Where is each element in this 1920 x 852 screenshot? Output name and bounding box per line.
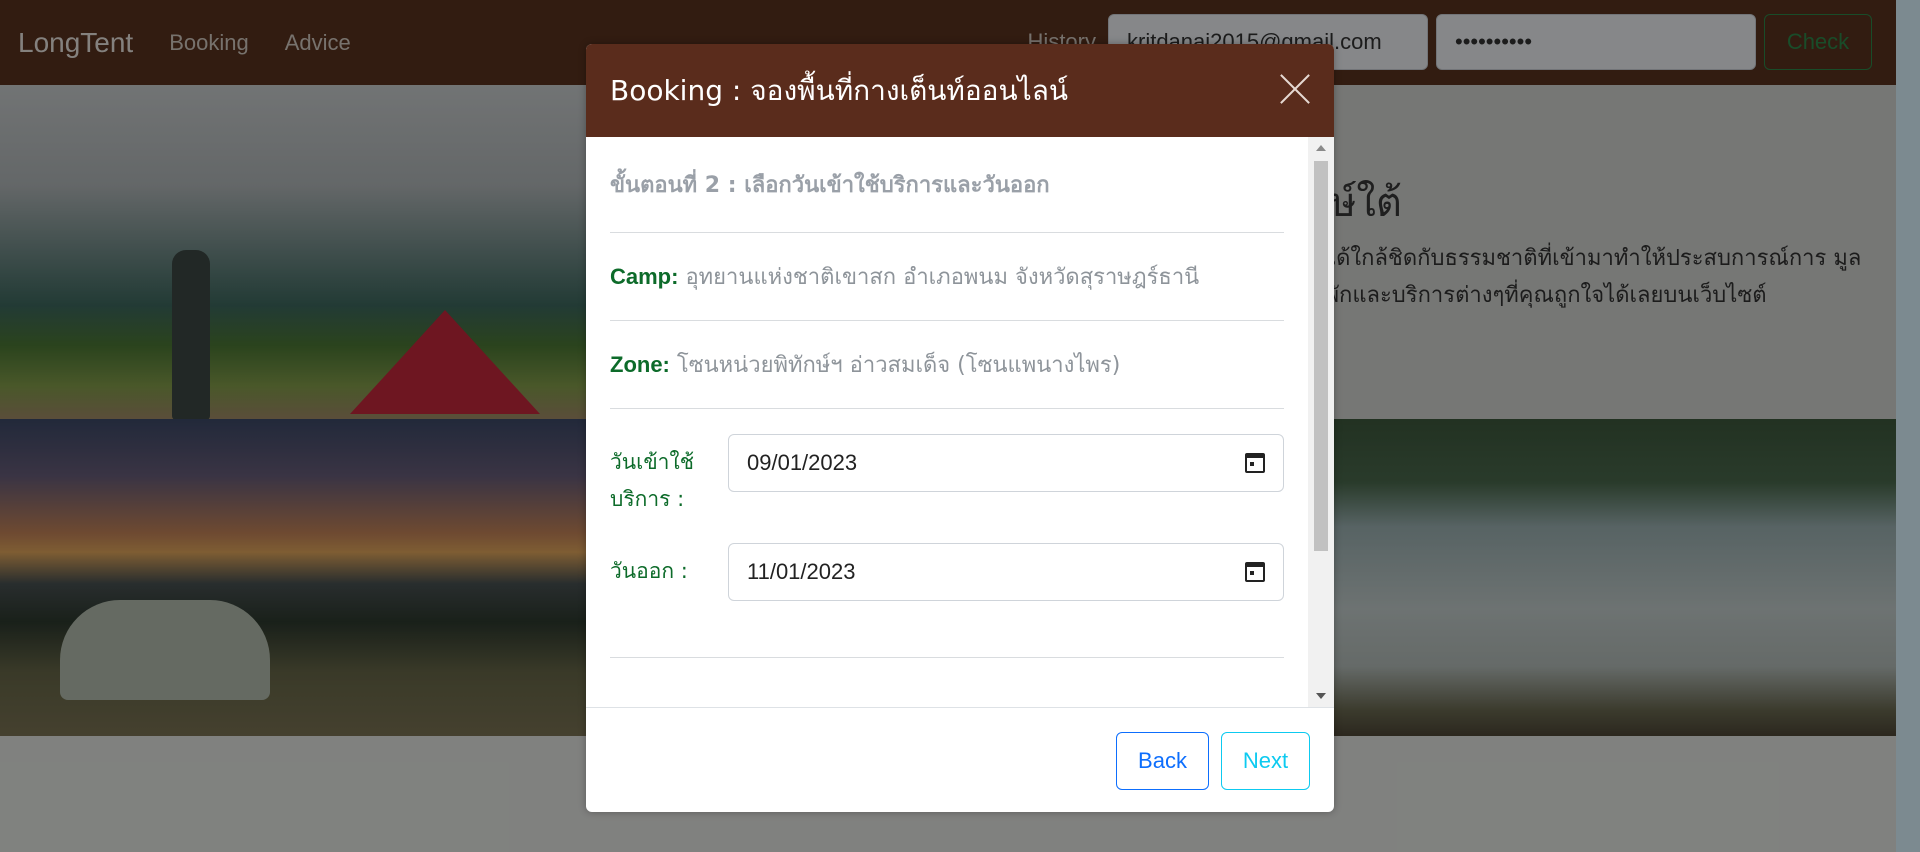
- zone-value: โซนหน่วยพิทักษ์ฯ อ่าวสมเด็จ (โซนแพนางไพร…: [676, 353, 1121, 378]
- booking-modal: Booking : จองพื้นที่กางเต็นท์ออนไลน์ ขั้…: [586, 44, 1334, 812]
- checkout-label: วันออก :: [610, 559, 688, 583]
- camp-label: Camp:: [610, 264, 679, 289]
- checkout-date-value: 11/01/2023: [747, 559, 856, 584]
- calendar-icon[interactable]: [1245, 453, 1265, 473]
- modal-header: Booking : จองพื้นที่กางเต็นท์ออนไลน์: [586, 44, 1334, 137]
- scroll-up-arrow-icon[interactable]: [1316, 145, 1326, 151]
- scroll-thumb[interactable]: [1314, 161, 1328, 551]
- divider: [610, 657, 1284, 658]
- step-title: ขั้นตอนที่ 2 : เลือกวันเข้าใช้บริการและว…: [610, 167, 1284, 233]
- checkin-label: วันเข้าใช้บริการ :: [610, 450, 694, 511]
- checkout-date-input[interactable]: 11/01/2023: [728, 543, 1284, 601]
- next-button[interactable]: Next: [1221, 732, 1310, 790]
- close-icon[interactable]: [1278, 72, 1312, 106]
- checkout-row: วันออก : 11/01/2023: [610, 543, 1284, 601]
- modal-title: Booking : จองพื้นที่กางเต็นท์ออนไลน์: [610, 73, 1069, 107]
- zone-row: Zone: โซนหน่วยพิทักษ์ฯ อ่าวสมเด็จ (โซนแพ…: [610, 321, 1284, 409]
- zone-label: Zone:: [610, 352, 670, 377]
- checkin-date-input[interactable]: 09/01/2023: [728, 434, 1284, 492]
- page-scrollbar[interactable]: [1896, 0, 1920, 852]
- camp-row: Camp: อุทยานแห่งชาติเขาสก อำเภอพนม จังหว…: [610, 233, 1284, 321]
- camp-value: อุทยานแห่งชาติเขาสก อำเภอพนม จังหวัดสุรา…: [685, 265, 1200, 290]
- modal-scrollbar[interactable]: [1308, 137, 1334, 707]
- scroll-down-arrow-icon[interactable]: [1316, 693, 1326, 699]
- modal-body: ขั้นตอนที่ 2 : เลือกวันเข้าใช้บริการและว…: [586, 137, 1308, 707]
- modal-footer: Back Next: [586, 707, 1334, 812]
- checkin-date-value: 09/01/2023: [747, 450, 858, 475]
- checkin-row: วันเข้าใช้บริการ : 09/01/2023: [610, 434, 1284, 518]
- calendar-icon[interactable]: [1245, 562, 1265, 582]
- back-button[interactable]: Back: [1116, 732, 1209, 790]
